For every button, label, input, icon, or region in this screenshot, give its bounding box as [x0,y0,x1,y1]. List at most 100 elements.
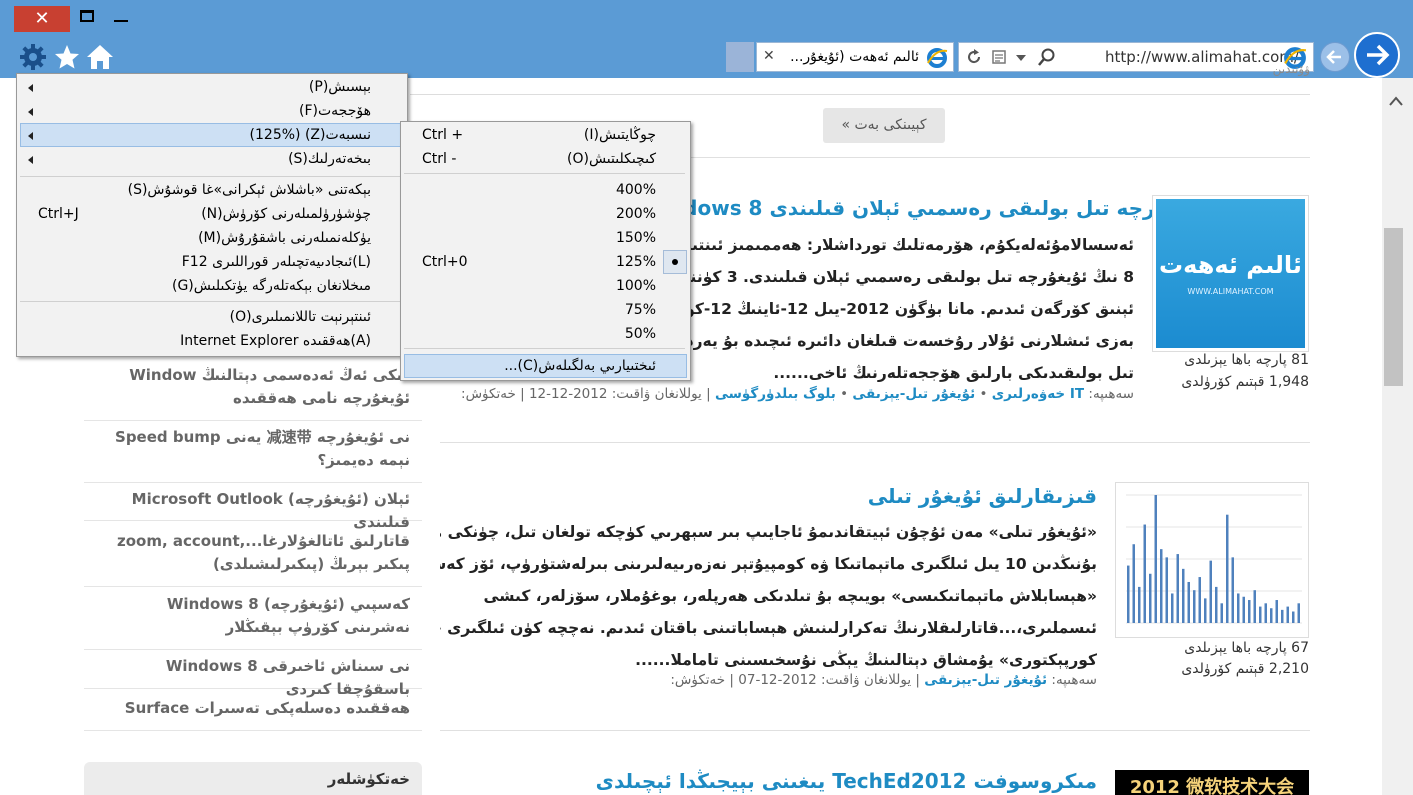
minimize-button[interactable] [114,20,128,22]
search-icon[interactable] [1037,47,1057,67]
scroll-up-arrow-icon[interactable] [1389,96,1403,106]
sidebar-item[interactable]: Windows 8 نى سىناش ئاخىرقى باسقۇچقا كىرد… [84,647,422,698]
thumb-bar [1198,577,1201,623]
sidebar-item[interactable]: Windows 8 (ئۇيغۇرچە) كەسپىي نەشرىنى كۆرۈ… [84,585,422,650]
thumb-bar [1270,608,1273,623]
tab-title: ئالىم ئەھەت (ئۇيغۇر... [790,49,919,65]
thumb-bar [1143,524,1146,623]
sidebar-item[interactable]: Surface ھەققىدە دەسلەپكى تەسىرات [84,689,422,731]
thumb-bar [1132,544,1135,623]
back-button[interactable] [1320,42,1350,72]
refresh-icon[interactable] [965,48,983,66]
article-thumbnail[interactable]: 2012 微软技术大会 [1115,770,1309,795]
menu-item-zoom[interactable]: نىسبەت(Z) (125%) [250,127,371,143]
category-link[interactable]: ئۇيغۇر تىل-يېزىقى [852,386,975,402]
sidebar-item[interactable]: zoom, account,...قاتارلىق ئاتالغۇلارغا پ… [84,522,422,587]
category-link[interactable]: بلوگ بىلدۈرگۈسى [715,386,836,402]
browser-tab[interactable]: ✕ ئالىم ئەھەت (ئۇيغۇر... [756,42,954,72]
menu-separator [404,173,685,174]
menu-item-addons[interactable]: يۈكلەنمىلەرنى باشقۇرۇش(M) [198,230,371,246]
thumb-bar [1275,600,1278,623]
article-meta: سەھىپە: ئۇيغۇر تىل-يېزىقى | يوللانغان ۋا… [670,672,1097,688]
zoom-level-item[interactable]: 400% [616,182,656,198]
thumb-bar [1193,590,1196,623]
thumb-bar [1231,557,1234,623]
menu-item-file[interactable]: ھۆججەت(F) [299,103,371,119]
thumb-bar [1127,565,1130,623]
article-thumbnail[interactable]: ئالىم ئەھەت WWW.ALIMAHAT.COM [1152,195,1309,352]
zoom-level-item[interactable]: 125% [616,254,656,270]
thumb-bar [1264,603,1267,623]
category-link[interactable]: IT خەۋەرلىرى [992,386,1084,402]
menu-item-safety[interactable]: بىخەتەرلىك(S) [288,151,371,167]
comment-count: 67 پارچە باھا يېزىلدى [1184,640,1309,656]
gear-icon[interactable] [18,42,48,72]
thumb-bar [1297,603,1300,623]
article-title[interactable]: قىزىقارلىق ئۇيغۇر تىلى [800,484,1097,508]
tags-heading: خەتكۈشلەر [84,762,422,795]
zoom-level-item[interactable]: 75% [625,302,656,318]
shortcut-label: Ctrl - [422,151,457,167]
chevron-down-icon[interactable] [1016,54,1026,62]
tab-close-icon[interactable]: ✕ [763,48,775,64]
menu-separator [20,176,401,177]
category-link[interactable]: ئۇيغۇر تىل-يېزىقى [924,672,1047,688]
article-title[interactable]: Windows 8 ئۇيغۇرچە تىل بولىقى رەسمىي ئېل… [640,196,1206,220]
maximize-button[interactable] [80,10,94,22]
menu-item-downloads[interactable]: چۈشۈرۈلمىلەرنى كۆرۈش(N) [201,206,371,222]
menu-separator [404,348,685,349]
menu-item-internet-options[interactable]: ئىنتېرنېت تاللانمىلىرى(O) [230,309,371,325]
menu-item-zoom-out[interactable]: كىچىكلىتىش(O) [567,151,656,167]
zoom-submenu: چوڭايتىش(I) Ctrl + كىچىكلىتىش(O) Ctrl - … [400,121,691,381]
submenu-arrow-icon [28,108,33,116]
menu-item-about-ie[interactable]: Internet Explorer ھەققىدە(A) [180,333,371,349]
thumb-bar [1242,596,1245,623]
favorites-star-icon[interactable] [52,42,82,72]
divider [410,94,1310,95]
view-count: 2,210 قېتىم كۆرۈلدى [1181,661,1309,677]
article-meta: سەھىپە: IT خەۋەرلىرى • ئۇيغۇر تىل-يېزىقى… [461,386,1134,402]
sidebar-item[interactable]: Microsoft Outlook (ئۇيغۇرچە) ئېلان قىلىن… [84,480,422,531]
shortcut-label: Ctrl+J [38,206,79,222]
thumb-bar [1149,573,1152,623]
sidebar-item[interactable]: Window دىكى ئەڭ ئەدەسمى دېتالنىڭ ئۇيغۇرچ… [84,356,422,421]
zoom-level-item[interactable]: 200% [616,206,656,222]
thumb-bar [1281,609,1284,623]
thumb-bar [1154,495,1157,623]
next-page-button[interactable]: كېيىنكى بەت » [823,108,945,143]
arrow-left-icon [1326,50,1341,64]
vertical-scrollbar[interactable] [1382,78,1413,795]
scrollbar-thumb[interactable] [1384,228,1403,386]
thumb-bar [1204,598,1207,623]
thumb-bar [1220,603,1223,623]
article-title[interactable]: مىكروسوفت TechEd2012 يىغىنى بېيجىڭدا ئېچ… [596,769,1097,793]
submenu-arrow-icon [28,132,33,140]
logo-image: ئالىم ئەھەت WWW.ALIMAHAT.COM [1156,199,1305,348]
divider [440,730,1310,731]
thumb-bar [1259,606,1262,623]
chart-thumbnail-image [1126,494,1302,624]
zoom-level-item[interactable]: 150% [616,230,656,246]
close-window-button[interactable]: ✕ [14,6,70,32]
menu-item-print[interactable]: بېسىش(P) [309,79,371,95]
menu-item-zoom-in[interactable]: چوڭايتىش(I) [584,127,656,143]
menu-separator [20,301,401,302]
thumb-bar [1176,554,1179,623]
window-chrome: ✕ ✕ ئالىم ئەھەت (ئۇيغۇر... http://www.al… [0,0,1413,78]
article-excerpt: «ئۇيغۇر تىلى» مەن ئۇچۇن ئېيتقاندىمۇ ئاجا… [440,523,1097,669]
zoom-level-item[interactable]: 100% [616,278,656,294]
zoom-level-item[interactable]: 50% [625,326,656,342]
menu-item-custom-zoom[interactable]: ئىختىيارىي بەلگىلەش(C)... [504,358,656,374]
menu-item-pinned-sites[interactable]: مىخلانغان بېكەتلەرگە يۈتكىلىش(G) [172,278,371,294]
submenu-arrow-icon [28,84,33,92]
menu-item-add-to-start[interactable]: بېكەتنى «باشلاش ئېكرانى»غا قوشۇش(S) [128,182,371,198]
ie-icon [927,48,948,68]
sidebar-item[interactable]: Speed bump يەنى 减速带 نى ئۇيغۇرچە نېمە دەي… [84,418,422,483]
comment-count: 81 پارچە باھا يېزىلدى [1184,352,1309,368]
menu-item-devtools[interactable]: F12 ئىجادىيەتچىلەر قوراللىرى(L) [182,254,371,270]
home-icon[interactable] [85,42,115,72]
new-tab-button[interactable] [726,42,754,72]
article-thumbnail[interactable] [1115,482,1309,638]
compatibility-view-icon[interactable] [991,49,1007,65]
forward-button[interactable] [1354,32,1400,78]
